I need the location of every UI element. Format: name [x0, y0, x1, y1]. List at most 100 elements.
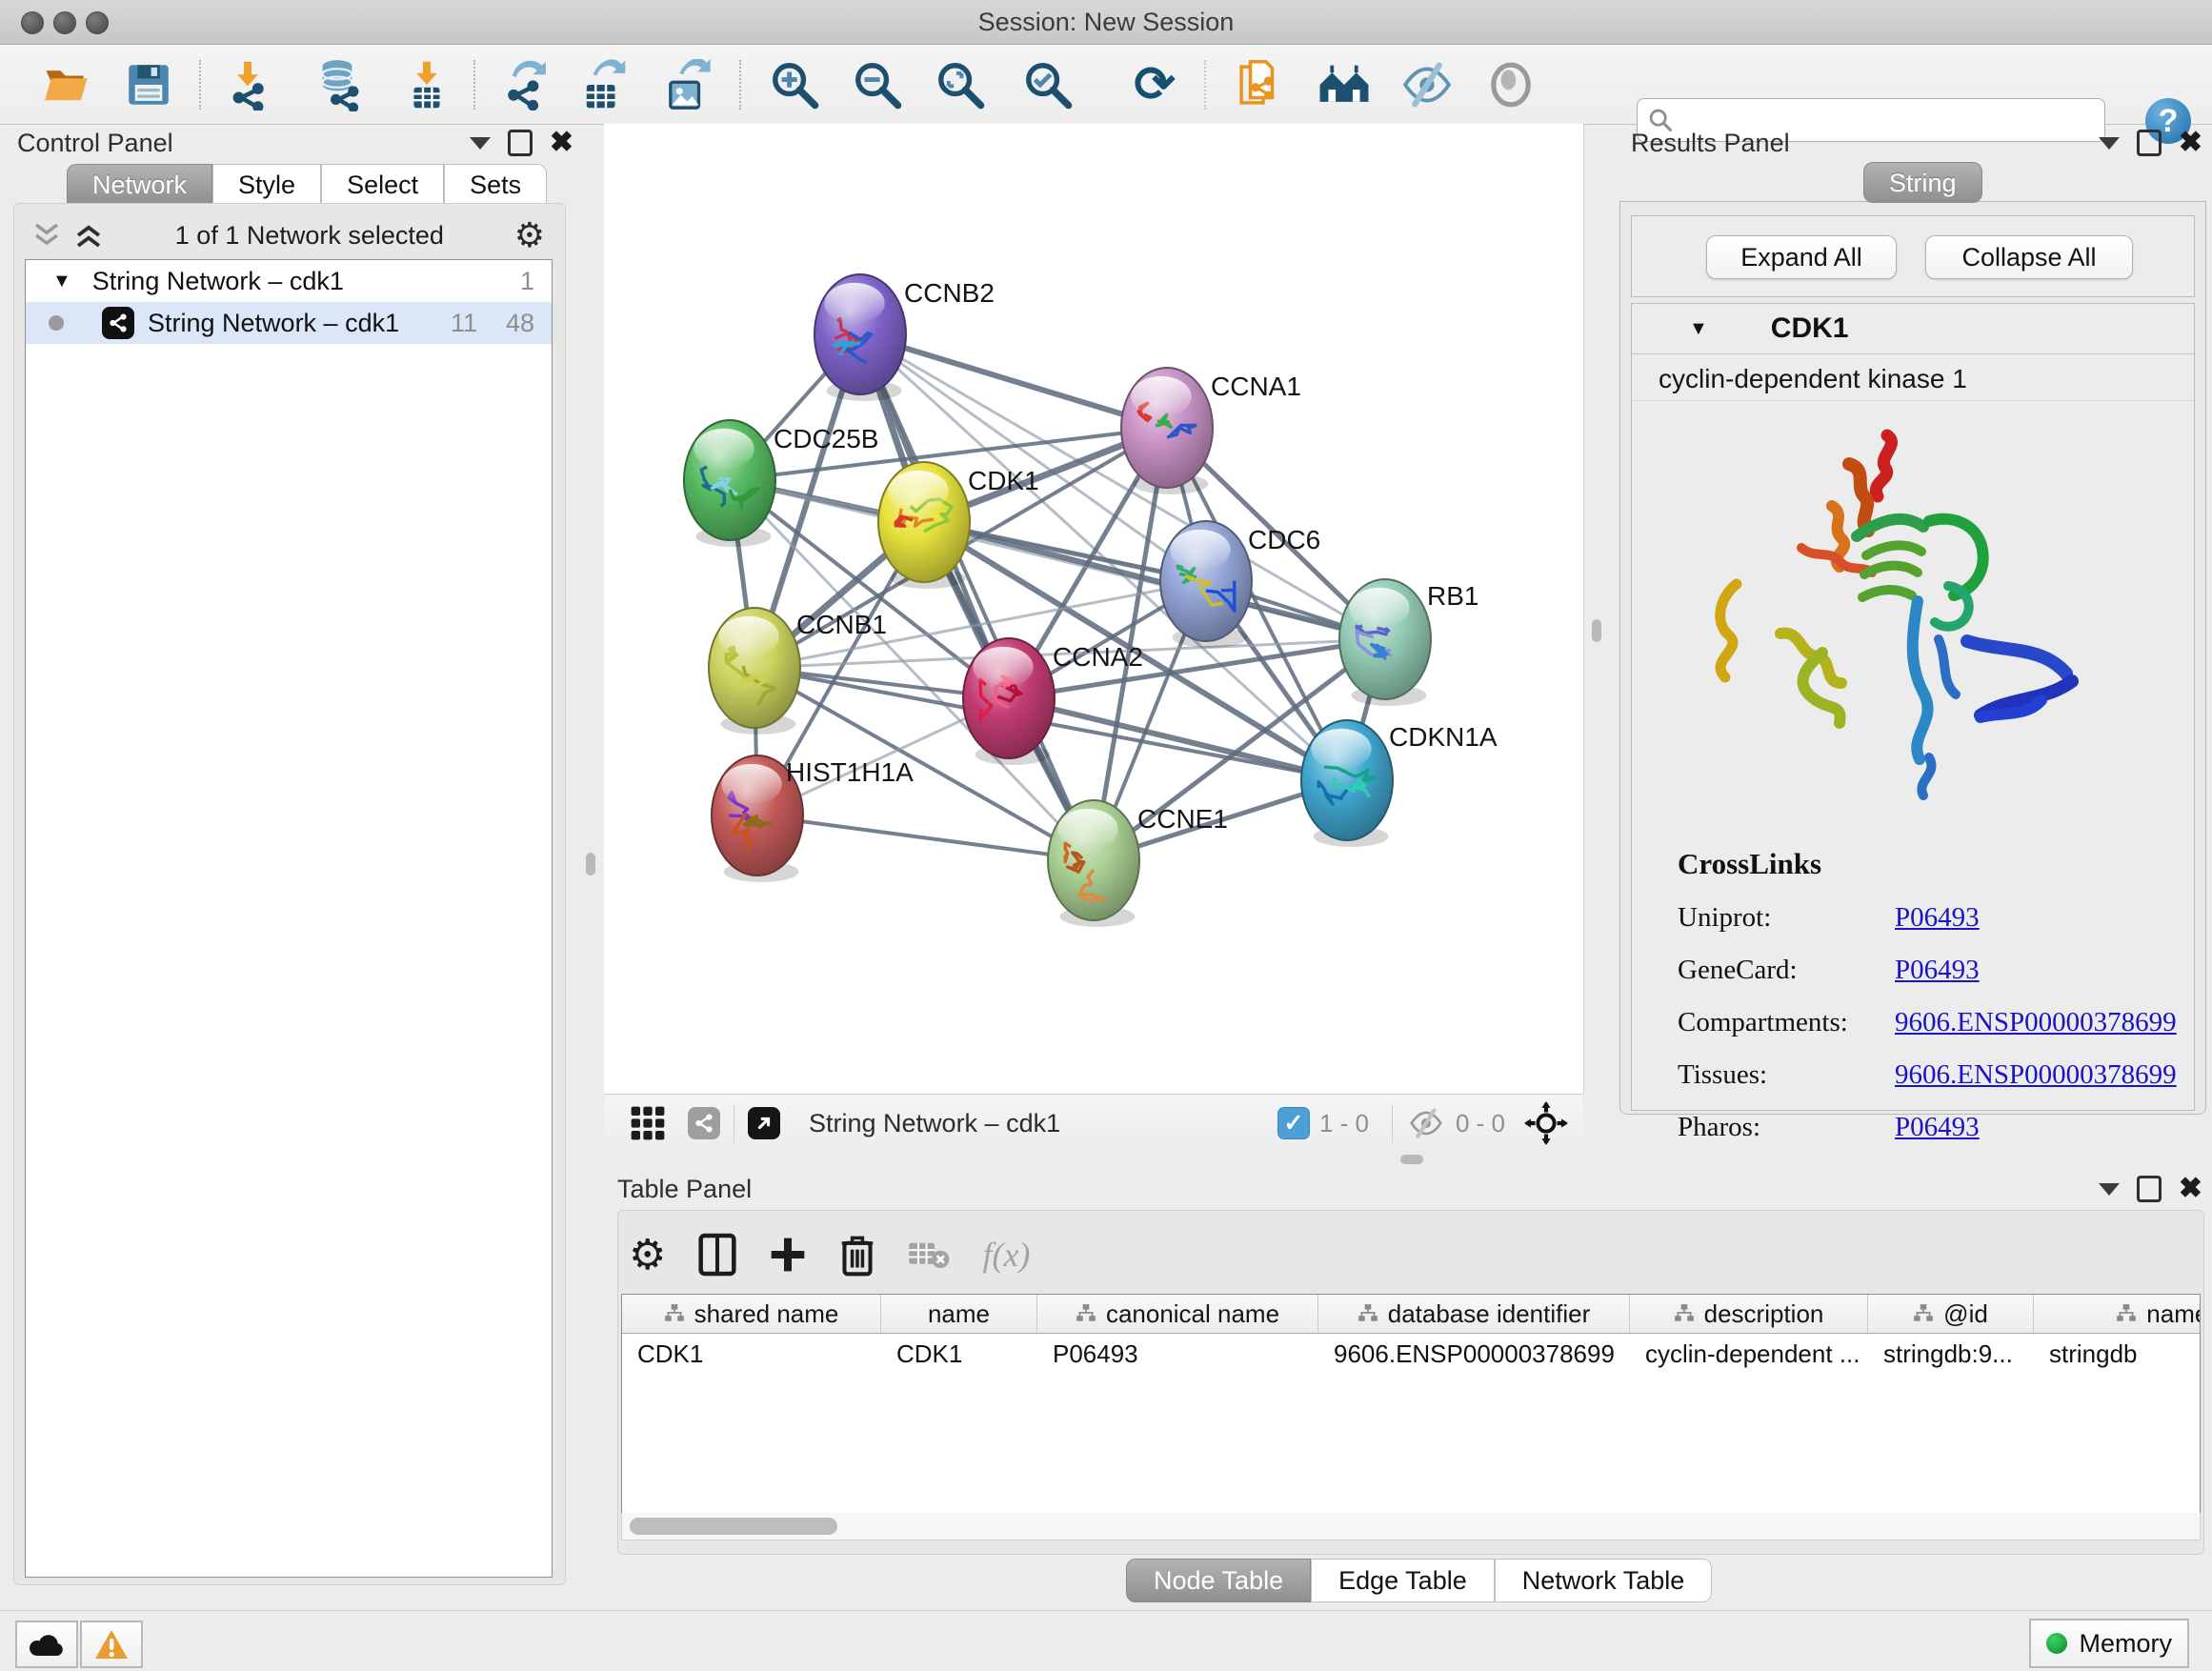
expand-all-chevron-icon[interactable]	[72, 221, 105, 250]
protein-disclosure-icon[interactable]: ▼	[1689, 318, 1708, 340]
tab-edge-table[interactable]: Edge Table	[1311, 1559, 1495, 1602]
table-cell[interactable]: 9606.ENSP00000378699	[1318, 1334, 1630, 1374]
collection-disclosure-icon[interactable]: ▼	[52, 271, 71, 292]
panel-menu-icon[interactable]	[470, 137, 491, 150]
network-row-selected[interactable]: String Network – cdk1 11 48	[26, 302, 552, 344]
table-options-gear-icon[interactable]: ⚙	[629, 1231, 666, 1279]
column-header--id[interactable]: @id	[1868, 1295, 2034, 1333]
selected-counts: 1 - 0	[1319, 1109, 1369, 1138]
string-view-icon[interactable]	[688, 1107, 720, 1139]
tab-node-table[interactable]: Node Table	[1126, 1559, 1311, 1602]
node-HIST1H1A[interactable]: HIST1H1A	[712, 755, 914, 882]
table-cell[interactable]: P06493	[1037, 1334, 1318, 1374]
import-table-button[interactable]	[400, 58, 453, 111]
network-edge-count: 48	[506, 309, 534, 338]
show-columns-icon[interactable]	[698, 1233, 736, 1277]
column-header-canonical-name[interactable]: canonical name	[1037, 1295, 1318, 1333]
column-header-name[interactable]: name	[881, 1295, 1037, 1333]
table-cell[interactable]: CDK1	[622, 1334, 881, 1374]
crosslink-link[interactable]: 9606.ENSP00000378699	[1895, 1059, 2177, 1090]
import-network-button[interactable]	[221, 58, 274, 111]
column-header-description[interactable]: description	[1630, 1295, 1868, 1333]
table-row[interactable]: CDK1CDK1P064939606.ENSP00000378699cyclin…	[622, 1334, 2200, 1374]
collapse-all-button[interactable]: Collapse All	[1925, 235, 2133, 279]
crosslink-link[interactable]: P06493	[1895, 1112, 1980, 1142]
panel-menu-icon[interactable]	[2099, 1183, 2120, 1196]
refresh-button[interactable]: ⟳	[1128, 58, 1181, 111]
edge-HIST1H1A-CCNE1[interactable]	[757, 815, 1094, 860]
tab-sets[interactable]: Sets	[444, 164, 547, 205]
import-network-from-database-button[interactable]	[311, 58, 364, 111]
open-session-button[interactable]	[40, 58, 93, 111]
node-CCNE1[interactable]: CCNE1	[1048, 800, 1228, 927]
warnings-button[interactable]	[80, 1621, 143, 1668]
table-cell[interactable]: stringdb:9...	[1868, 1334, 2034, 1374]
add-column-icon[interactable]	[769, 1236, 807, 1274]
table-cell[interactable]: CDK1	[881, 1334, 1037, 1374]
edge-CCNB2-CCNA1[interactable]	[860, 334, 1167, 428]
column-header-database-identifier[interactable]: database identifier	[1318, 1295, 1630, 1333]
network-options-gear-icon[interactable]: ⚙	[514, 215, 545, 255]
tab-select[interactable]: Select	[321, 164, 444, 205]
column-header-shared-name[interactable]: shared name	[622, 1295, 881, 1333]
horizontal-splitter-handle[interactable]	[1400, 1155, 1423, 1164]
export-table-button[interactable]	[575, 58, 629, 111]
table-horizontal-scrollbar[interactable]	[621, 1513, 2201, 1540]
network-canvas[interactable]: CCNB2CCNA1CDC25BCDK1CDC6RB1CCNB1CCNA2CDK…	[604, 124, 1584, 1094]
tab-network[interactable]: Network	[67, 164, 212, 205]
memory-button[interactable]: Memory	[2029, 1619, 2189, 1668]
delete-column-icon[interactable]	[839, 1233, 875, 1277]
shared-column-icon	[1913, 1303, 1934, 1324]
column-header-namespace[interactable]: namespace	[2034, 1295, 2201, 1333]
right-splitter-handle[interactable]	[1592, 619, 1601, 642]
crosslink-link[interactable]: P06493	[1895, 902, 1980, 933]
table-cell[interactable]: stringdb	[2034, 1334, 2201, 1374]
zoom-selected-button[interactable]	[1021, 58, 1075, 111]
zoom-out-button[interactable]	[851, 58, 904, 111]
close-panel-icon[interactable]: ✖	[550, 129, 573, 157]
close-panel-icon[interactable]: ✖	[2179, 129, 2202, 157]
node-CDC25B[interactable]: CDC25B	[684, 420, 878, 547]
crosslink-link[interactable]: 9606.ENSP00000378699	[1895, 1007, 2177, 1037]
collapse-all-chevron-icon[interactable]	[30, 221, 63, 250]
protein-section-header[interactable]: ▼ CDK1	[1632, 304, 2194, 354]
show-panel-button[interactable]	[1484, 58, 1538, 111]
expand-all-button[interactable]: Expand All	[1706, 235, 1897, 279]
hidden-elements-icon[interactable]	[1406, 1107, 1446, 1139]
crosslink-link[interactable]: P06493	[1895, 955, 1980, 985]
tab-style[interactable]: Style	[212, 164, 321, 205]
scrollbar-thumb[interactable]	[630, 1518, 837, 1535]
tab-string[interactable]: String	[1863, 162, 1982, 203]
node-CCNB2[interactable]: CCNB2	[814, 274, 995, 401]
close-panel-icon[interactable]: ✖	[2179, 1175, 2202, 1203]
open-in-window-icon[interactable]	[748, 1107, 780, 1139]
node-CDKN1A[interactable]: CDKN1A	[1301, 720, 1498, 847]
table-cell[interactable]: cyclin-dependent ...	[1630, 1334, 1868, 1374]
cloud-button[interactable]	[15, 1621, 78, 1668]
float-panel-icon[interactable]	[2137, 130, 2162, 156]
tab-network-table[interactable]: Network Table	[1495, 1559, 1713, 1602]
float-panel-icon[interactable]	[508, 130, 533, 156]
fit-content-crosshair-icon[interactable]	[1524, 1101, 1568, 1145]
zoom-in-button[interactable]	[768, 58, 821, 111]
save-session-button[interactable]	[122, 58, 175, 111]
float-panel-icon[interactable]	[2137, 1176, 2162, 1202]
node-CCNA2[interactable]: CCNA2	[963, 638, 1143, 765]
selected-nodes-checkbox[interactable]: ✓	[1277, 1107, 1310, 1139]
network-collection-row[interactable]: ▼ String Network – cdk1 1	[26, 260, 552, 302]
crosslink-label: Compartments:	[1678, 1007, 1895, 1038]
left-splitter-handle[interactable]	[586, 853, 595, 876]
node-RB1[interactable]: RB1	[1339, 579, 1478, 706]
export-network-button[interactable]	[497, 58, 551, 111]
export-image-button[interactable]	[659, 58, 713, 111]
node-CCNB1[interactable]: CCNB1	[709, 608, 887, 735]
node-label-CCNB2: CCNB2	[904, 278, 995, 308]
grid-view-icon[interactable]	[629, 1104, 667, 1142]
node-CCNA1[interactable]: CCNA1	[1121, 368, 1301, 494]
hide-results-panel-button[interactable]	[1400, 58, 1454, 111]
home-button[interactable]	[1317, 58, 1371, 111]
zoom-fit-button[interactable]	[934, 58, 987, 111]
shared-column-icon	[2116, 1303, 2137, 1324]
string-document-button[interactable]	[1233, 58, 1286, 111]
panel-menu-icon[interactable]	[2099, 137, 2120, 150]
